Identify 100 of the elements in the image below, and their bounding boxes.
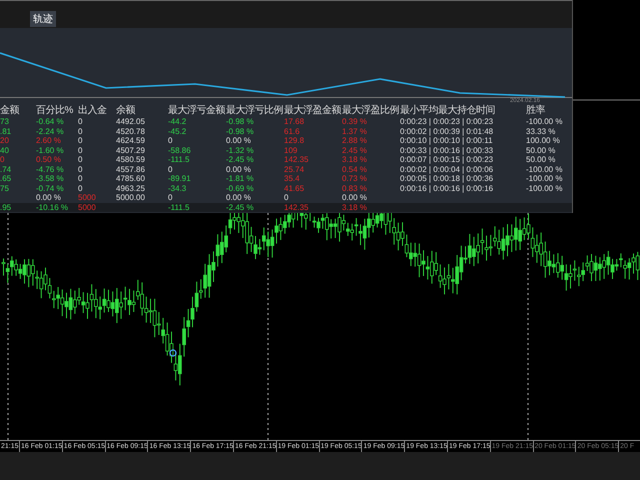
table-cell-text: 4580.59 <box>116 155 146 164</box>
table-cell-text: 2.60 % <box>36 136 62 146</box>
column-header: 胜率 <box>526 105 546 117</box>
table-cell-text: 0:00:02 | 0:00:04 | 0:00:06 <box>400 164 494 174</box>
table-cell-text: -44.2 <box>168 117 188 126</box>
table-cell-text: 0 <box>168 164 174 174</box>
table-cell-text: .95 <box>0 202 12 212</box>
table-cell-text: 0.00 % <box>226 136 252 146</box>
column-header: 最大浮亏比例 <box>226 105 284 117</box>
table-cell-text: .81 <box>0 126 12 136</box>
table-cell-text: 0.00 % <box>36 193 62 202</box>
table-cell-text: 0:00:02 | 0:00:39 | 0:01:48 <box>400 126 494 136</box>
table-cell-text: 0 <box>168 193 174 202</box>
column-header: 金额 <box>0 105 20 117</box>
table-cell-text: -0.98 % <box>226 117 255 126</box>
column-header: 余额 <box>116 105 136 117</box>
table-cell-text: -45.2 <box>168 126 188 136</box>
table-cell-text: 2.88 % <box>342 136 368 146</box>
table-cell-text: -111.5 <box>168 155 190 164</box>
table-cell-text: 0.54 % <box>342 164 368 174</box>
column-header: 出入金 <box>78 105 108 117</box>
table-cell-text: 0.83 % <box>342 184 368 193</box>
table-cell-text: 4520.78 <box>116 126 146 136</box>
table-cell-text: 25.74 <box>284 164 306 174</box>
table-cell-text: -2.45 % <box>226 155 255 164</box>
table-cell-text: 50.00 % <box>526 146 556 155</box>
table-cell-text: -0.98 % <box>226 126 255 136</box>
trade-marker-icon <box>169 349 177 357</box>
table-cell-text: 0.00 % <box>226 164 252 174</box>
table-cell-text: 0 <box>78 184 84 193</box>
table-cell-text: 0 <box>78 155 84 164</box>
table-cell-text: .74 <box>0 164 12 174</box>
table-cell-text: -2.24 % <box>36 126 65 136</box>
table-cell-text: -34.3 <box>168 184 188 193</box>
table-cell-text: 129.8 <box>284 136 306 146</box>
table-cell-text: 0 <box>78 164 84 174</box>
table-cell-text: 0.00 % <box>226 193 252 202</box>
column-header: 最大浮盈金额 <box>284 105 342 117</box>
table-cell-text: 0:00:23 | 0:00:23 | 0:00:23 <box>400 117 494 126</box>
table-cell-text: -100.00 % <box>526 164 564 174</box>
table-cell-text: 0 <box>78 117 84 126</box>
table-cell-text: 41.65 <box>284 184 306 193</box>
table-cell-text: .65 <box>0 174 12 184</box>
table-cell-text: 5000.00 <box>116 193 146 202</box>
table-cell-text: 142.35 <box>284 155 310 164</box>
column-header: 最大浮亏金额 <box>168 105 226 117</box>
table-cell-text: 17.68 <box>284 117 306 126</box>
table-cell-text: 0.50 % <box>36 155 62 164</box>
table-cell-text: 4492.05 <box>116 117 146 126</box>
table-cell-text: -0.74 % <box>36 184 65 193</box>
table-cell-text: 0.00 % <box>342 193 368 202</box>
table-cell-text: 100.00 % <box>526 136 561 146</box>
table-cell-text: 142.35 <box>284 202 310 212</box>
table-cell-text: 33.33 % <box>526 126 556 136</box>
table-cell-text: 0 <box>78 146 84 155</box>
table-cell-text: 75 <box>0 184 10 193</box>
table-cell-text: -0.69 % <box>226 184 255 193</box>
table-cell-text: 4557.86 <box>116 164 146 174</box>
table-cell-text: 5000 <box>78 202 97 212</box>
table-cell-text: 1.37 % <box>342 126 368 136</box>
table-cell-text: 0:00:33 | 0:00:16 | 0:00:33 <box>400 146 494 155</box>
table-cell-text: 0 <box>78 174 84 184</box>
table-cell-text: 4963.25 <box>116 184 146 193</box>
table-cell-text: -58.86 <box>168 146 192 155</box>
table-cell-text: 5000 <box>78 193 97 202</box>
table-cell-text: 0 <box>0 155 6 164</box>
table-cell-text: -100.00 % <box>526 117 564 126</box>
table-cell-text: 0:00:05 | 0:00:18 | 0:00:36 <box>400 174 494 184</box>
table-cell-text: 0:00:07 | 0:00:15 | 0:00:23 <box>400 155 494 164</box>
table-cell-text: -1.60 % <box>36 146 65 155</box>
table-cell-text: 0.39 % <box>342 117 368 126</box>
table-cell-text: -1.81 % <box>226 174 255 184</box>
table-cell-text: -89.91 <box>168 174 192 184</box>
table-cell-text: -1.32 % <box>226 146 255 155</box>
table-cell-text: 0:00:10 | 0:00:10 | 0:00:11 <box>400 136 494 146</box>
table-cell-text: 73 <box>0 117 10 126</box>
table-cell-text: 0 <box>78 136 84 146</box>
table-cell-text: 20 <box>0 136 10 146</box>
table-cell-text: 40 <box>0 146 10 155</box>
table-cell-text: 0 <box>284 193 290 202</box>
table-cell-text: 4785.60 <box>116 174 146 184</box>
table-cell-text: -100.00 % <box>526 174 564 184</box>
table-cell-text: 0 <box>78 126 84 136</box>
column-header: 最大浮盈比例 <box>342 105 400 117</box>
table-cell-text: -3.58 % <box>36 174 65 184</box>
table-cell-text: -100.00 % <box>526 184 564 193</box>
tab[interactable]: 轨迹 <box>30 11 56 27</box>
table-cell-text: 50.00 % <box>526 155 556 164</box>
table-cell-text: 35.4 <box>284 174 301 184</box>
table-cell-text: 0:00:16 | 0:00:16 | 0:00:16 <box>400 184 494 193</box>
table-cell-text: 3.18 % <box>342 202 368 212</box>
table-cell-text: -4.76 % <box>36 164 65 174</box>
table-cell-text: -2.45 % <box>226 202 255 212</box>
column-header: 最小平均最大持仓时间 <box>400 105 496 117</box>
table-cell-text: 61.6 <box>284 126 301 136</box>
column-header: 百分比% <box>36 105 74 117</box>
table-cell-text: 2.45 % <box>342 146 368 155</box>
table-cell-text: 4624.59 <box>116 136 146 146</box>
table-cell-text: -111.5 <box>168 202 190 212</box>
table-cell-text: 4507.29 <box>116 146 146 155</box>
